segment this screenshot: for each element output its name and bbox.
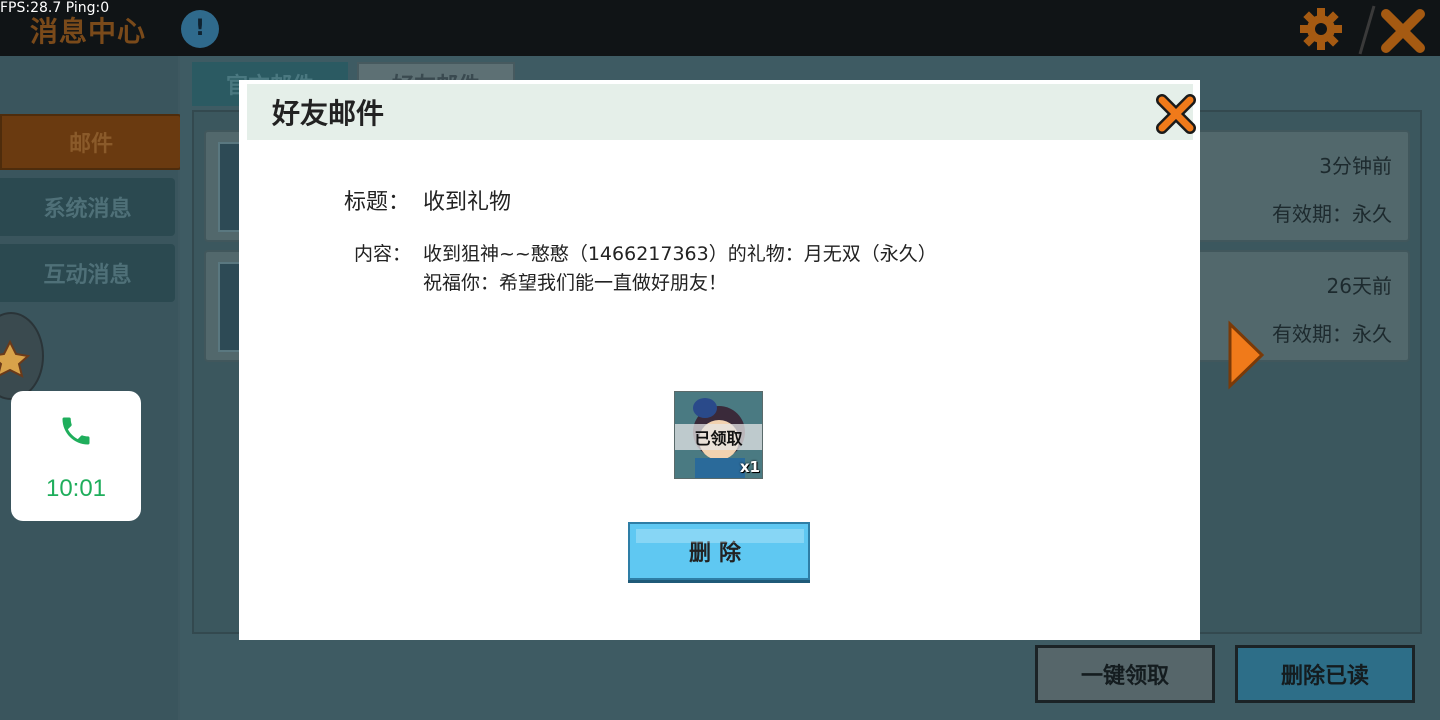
sidebar-item-mail[interactable]: 邮件 <box>0 114 182 170</box>
gift-quantity: x1 <box>739 458 760 476</box>
claimed-badge: 已领取 <box>675 424 762 450</box>
close-icon[interactable] <box>1154 92 1198 136</box>
dialog-header: 好友邮件 <box>247 84 1196 140</box>
phone-icon <box>62 417 90 445</box>
call-widget[interactable]: 10:01 <box>11 391 141 521</box>
content-text: 祝福你：希望我们能一直做好朋友！ <box>423 272 728 294</box>
fps-readout: FPS:28.7 Ping:0 <box>0 0 110 16</box>
info-icon[interactable]: ! <box>181 10 219 48</box>
next-arrow-icon[interactable] <box>1226 320 1266 390</box>
delete-read-button[interactable]: 删除已读 <box>1235 645 1415 703</box>
friend-mail-dialog: 好友邮件 标题： 收到礼物 内容： 收到狙神~~憨憨（1466217363）的礼… <box>239 80 1200 640</box>
claim-all-button[interactable]: 一键领取 <box>1035 645 1215 703</box>
mail-time: 3分钟前 <box>1319 154 1392 178</box>
subject-label: 标题： <box>344 190 411 215</box>
mail-time: 26天前 <box>1326 274 1392 298</box>
mail-validity: 有效期：永久 <box>1272 202 1392 226</box>
subject-value: 收到礼物 <box>423 190 512 215</box>
content-label: 内容： <box>354 243 412 265</box>
gear-icon[interactable] <box>1298 6 1344 52</box>
delete-button[interactable]: 删除 <box>628 522 810 580</box>
sidebar-item-system-messages[interactable]: 系统消息 <box>0 178 175 236</box>
close-icon[interactable] <box>1356 2 1440 56</box>
mail-validity: 有效期：永久 <box>1272 322 1392 346</box>
sidebar-item-interaction-messages[interactable]: 互动消息 <box>0 244 175 302</box>
content-text: 收到狙神~~憨憨（1466217363）的礼物：月无双（永久） <box>423 243 937 265</box>
top-bar: 消息中心 ! <box>0 0 1440 56</box>
page-title: 消息中心 <box>30 15 147 48</box>
gift-item[interactable]: 已领取 x1 <box>674 391 763 479</box>
dialog-title: 好友邮件 <box>272 97 385 130</box>
call-duration: 10:01 <box>45 475 107 502</box>
